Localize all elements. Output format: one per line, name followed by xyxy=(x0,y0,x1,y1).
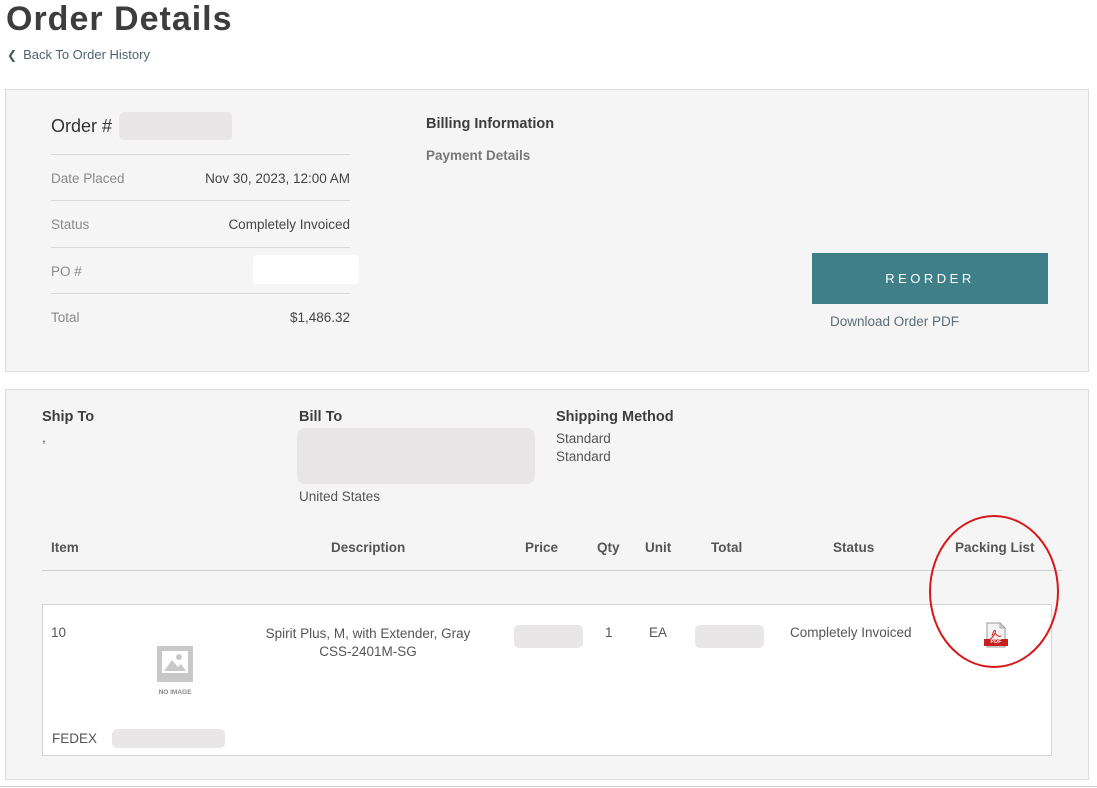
chevron-left-icon: ❮ xyxy=(7,47,18,62)
bill-to-heading: Bill To xyxy=(299,409,343,425)
page-title: Order Details xyxy=(6,0,233,38)
row-total-redacted xyxy=(695,625,764,648)
bill-to-address-redacted xyxy=(297,428,535,484)
column-header-price: Price xyxy=(525,540,559,555)
back-to-order-history-link[interactable]: ❮ Back To Order History xyxy=(7,47,150,62)
download-order-pdf-link[interactable]: Download Order PDF xyxy=(830,314,959,329)
row-status: Completely Invoiced xyxy=(790,625,912,640)
product-sku: CSS-2401M-SG xyxy=(319,644,417,659)
po-number-redacted xyxy=(253,255,359,284)
row-qty: 1 xyxy=(605,625,613,640)
ship-to-heading: Ship To xyxy=(42,409,95,425)
payment-details-heading: Payment Details xyxy=(426,148,531,163)
tracking-number-redacted xyxy=(112,729,225,748)
column-header-unit: Unit xyxy=(645,540,672,555)
date-placed-row: Date Placed Nov 30, 2023, 12:00 AM xyxy=(51,154,350,201)
product-name: Spirit Plus, M, with Extender, Gray xyxy=(265,626,471,641)
shipping-method-heading: Shipping Method xyxy=(556,409,674,425)
no-image-label: NO IMAGE xyxy=(158,689,192,696)
back-link-label: Back To Order History xyxy=(23,47,150,62)
shipping-method-line: Standard xyxy=(556,449,611,464)
column-header-total: Total xyxy=(711,540,743,555)
status-row: Status Completely Invoiced xyxy=(51,200,350,247)
row-description: Spirit Plus, M, with Extender, Gray CSS-… xyxy=(248,625,488,661)
image-placeholder-icon: NO IMAGE xyxy=(155,645,195,696)
order-number-title: Order # xyxy=(51,116,113,136)
column-header-status: Status xyxy=(833,540,875,555)
row-item-number: 10 xyxy=(51,625,67,640)
column-header-item: Item xyxy=(51,540,79,555)
table-header-divider xyxy=(42,570,1062,571)
row-price-redacted xyxy=(514,625,583,648)
row-unit: EA xyxy=(649,625,668,640)
total-row: Total $1,486.32 xyxy=(51,293,350,340)
reorder-button[interactable]: REORDER xyxy=(812,253,1048,304)
bill-to-country: United States xyxy=(299,489,381,504)
billing-information-heading: Billing Information xyxy=(426,116,555,132)
column-header-qty: Qty xyxy=(597,540,620,555)
column-header-description: Description xyxy=(331,540,406,555)
page-bottom-divider xyxy=(0,786,1097,787)
annotation-circle xyxy=(929,515,1059,668)
shipping-method-line: Standard xyxy=(556,431,611,446)
row-carrier: FEDEX xyxy=(52,731,98,746)
ship-to-address: , xyxy=(42,430,46,445)
order-number-redacted xyxy=(119,112,232,140)
